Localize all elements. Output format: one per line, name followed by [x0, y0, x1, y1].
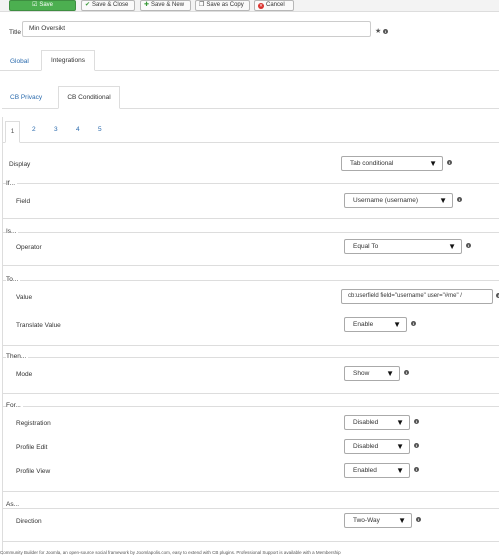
info-icon: i: [414, 419, 419, 424]
operator-select-value: Equal To: [353, 243, 379, 250]
condition-tab-5[interactable]: 5: [98, 126, 102, 133]
mode-label: Mode: [16, 371, 33, 378]
profile-edit-select[interactable]: Disabled ▼: [344, 439, 410, 454]
display-select-value: Tab conditional: [350, 160, 394, 167]
toolbar: ☑ Save ✔ Save & Close ✚ Save & New ❐ Sav…: [0, 0, 499, 12]
condition-tab-2[interactable]: 2: [32, 126, 36, 133]
is-legend: Is...: [6, 228, 19, 235]
number-tabs-divider: [2, 142, 499, 143]
operator-label: Operator: [16, 244, 42, 251]
star-icon: ★: [375, 28, 382, 35]
info-icon: i: [404, 370, 409, 375]
if-legend: If...: [6, 180, 18, 187]
condition-tab-1[interactable]: 1: [5, 121, 20, 143]
chevron-down-icon: ▼: [398, 516, 406, 525]
then-legend: Then...: [6, 353, 29, 360]
value-input[interactable]: cb:userfield field="username" user="#me"…: [341, 289, 493, 304]
condition-tab-1-label: 1: [10, 128, 15, 135]
profile-edit-select-value: Disabled: [353, 443, 379, 450]
check-icon: ☑: [31, 2, 38, 8]
field-select-value: Username (username): [353, 197, 419, 204]
field-label: Field: [16, 198, 31, 205]
translate-value-select-value: Enable: [353, 321, 374, 328]
save-close-button[interactable]: ✔ Save & Close: [81, 0, 135, 11]
save-copy-button[interactable]: ❐ Save as Copy: [195, 0, 250, 11]
profile-view-label: Profile View: [16, 468, 51, 475]
then-section: [2, 357, 499, 394]
cancel-icon: ✕: [258, 2, 264, 9]
info-icon: i: [411, 321, 416, 326]
display-label: Display: [9, 161, 31, 168]
info-icon: i: [416, 517, 421, 522]
direction-select-value: Two-Way: [353, 517, 380, 524]
field-select[interactable]: Username (username) ▼: [344, 193, 453, 208]
tab-cb-conditional[interactable]: CB Conditional: [58, 86, 120, 109]
condition-tab-3[interactable]: 3: [54, 126, 58, 133]
checkmark-icon: ✔: [85, 2, 91, 8]
for-legend: For...: [6, 402, 23, 409]
title-input[interactable]: Min Oversikt: [22, 21, 371, 37]
copy-icon: ❐: [199, 2, 205, 8]
registration-select[interactable]: Disabled ▼: [344, 415, 410, 430]
as-section: [2, 508, 499, 542]
operator-select[interactable]: Equal To ▼: [344, 239, 462, 254]
for-section: [2, 406, 499, 492]
chevron-down-icon: ▼: [448, 242, 456, 251]
chevron-down-icon: ▼: [396, 466, 404, 475]
profile-view-select[interactable]: Enabled ▼: [344, 463, 410, 478]
cancel-button[interactable]: ✕ Cancel: [254, 0, 294, 11]
info-icon: i: [414, 467, 419, 472]
value-label: Value: [16, 294, 33, 301]
to-legend: To...: [6, 276, 21, 283]
chevron-down-icon: ▼: [429, 159, 437, 168]
cancel-label: Cancel: [266, 2, 285, 8]
save-button[interactable]: ☑ Save: [9, 0, 76, 11]
save-copy-label: Save as Copy: [206, 2, 244, 8]
footer-text: Community Builder for Joomla, an open-so…: [0, 550, 341, 555]
translate-value-select[interactable]: Enable ▼: [344, 317, 407, 332]
chevron-down-icon: ▼: [393, 320, 401, 329]
tab-cb-privacy[interactable]: CB Privacy: [10, 94, 42, 101]
tab-cb-conditional-label: CB Conditional: [67, 94, 111, 101]
save-new-label: Save & New: [151, 2, 185, 8]
translate-value-label: Translate Value: [16, 322, 61, 329]
tab-global[interactable]: Global: [10, 58, 29, 65]
registration-label: Registration: [16, 420, 51, 427]
info-icon: i: [447, 160, 452, 165]
profile-view-select-value: Enabled: [353, 467, 377, 474]
display-select[interactable]: Tab conditional ▼: [341, 156, 443, 171]
plus-icon: ✚: [144, 2, 150, 8]
profile-edit-label: Profile Edit: [16, 444, 48, 451]
as-legend: As...: [6, 501, 22, 508]
chevron-down-icon: ▼: [396, 418, 404, 427]
save-button-label: Save: [39, 2, 54, 8]
tab-integrations[interactable]: Integrations: [41, 50, 95, 71]
registration-select-value: Disabled: [353, 419, 379, 426]
title-label: Title: [9, 29, 22, 36]
info-icon: i: [457, 197, 462, 202]
mode-select-value: Show: [353, 370, 370, 377]
chevron-down-icon: ▼: [386, 369, 394, 378]
direction-select[interactable]: Two-Way ▼: [344, 513, 412, 528]
direction-label: Direction: [16, 518, 42, 525]
chevron-down-icon: ▼: [439, 196, 447, 205]
mode-select[interactable]: Show ▼: [344, 366, 400, 381]
chevron-down-icon: ▼: [396, 442, 404, 451]
tab-integrations-label: Integrations: [51, 57, 85, 64]
save-close-label: Save & Close: [92, 2, 129, 8]
info-icon: i: [466, 243, 471, 248]
condition-tab-4[interactable]: 4: [76, 126, 80, 133]
info-icon: i: [383, 29, 388, 34]
info-icon: i: [414, 443, 419, 448]
save-new-button[interactable]: ✚ Save & New: [140, 0, 191, 11]
